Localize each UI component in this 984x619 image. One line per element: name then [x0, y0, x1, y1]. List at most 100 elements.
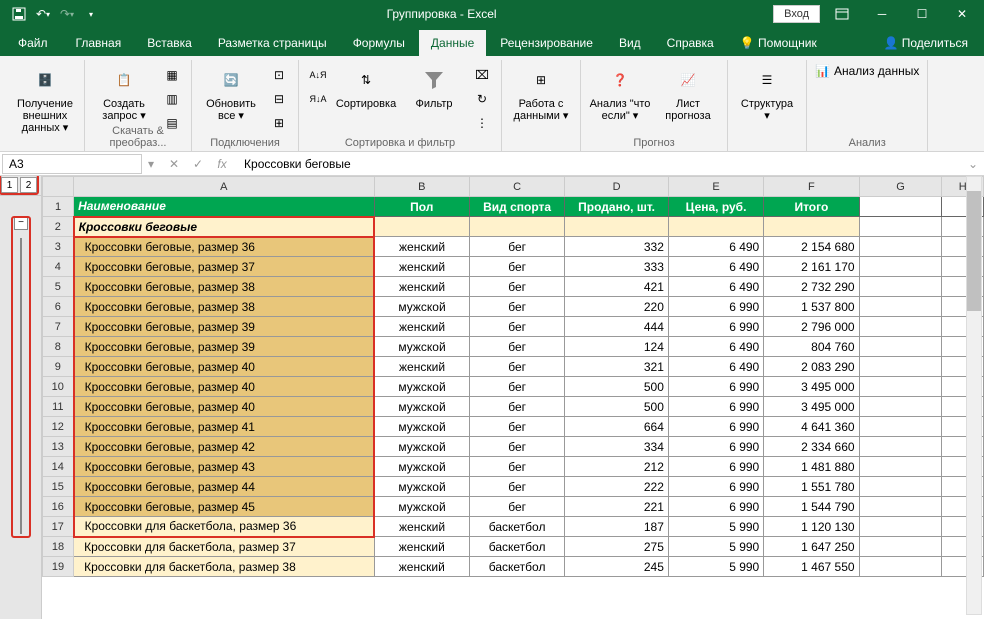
namebox-dropdown-icon[interactable]: ▾	[148, 157, 154, 171]
cell[interactable]	[859, 437, 942, 457]
tab-insert[interactable]: Вставка	[135, 30, 204, 56]
cell[interactable]: 1 544 790	[764, 497, 859, 517]
cell[interactable]	[859, 317, 942, 337]
row-header-12[interactable]: 12	[43, 417, 74, 437]
cell[interactable]	[565, 217, 669, 237]
cell[interactable]: женский	[374, 317, 469, 337]
vertical-scrollbar[interactable]	[966, 176, 982, 615]
col-header-F[interactable]: F	[764, 177, 859, 197]
formula-bar[interactable]	[238, 154, 962, 174]
cell[interactable]: 6 990	[668, 417, 763, 437]
cell[interactable]: 220	[565, 297, 669, 317]
row-header-15[interactable]: 15	[43, 477, 74, 497]
cell[interactable]: мужской	[374, 297, 469, 317]
cell[interactable]: бег	[469, 397, 564, 417]
row-header-3[interactable]: 3	[43, 237, 74, 257]
cell[interactable]	[859, 477, 942, 497]
cell[interactable]: баскетбол	[469, 537, 564, 557]
tab-tell[interactable]: 💡 Помощник	[728, 30, 829, 56]
row-header-17[interactable]: 17	[43, 517, 74, 537]
cell[interactable]: бег	[469, 277, 564, 297]
refresh-all-button[interactable]: 🔄Обновить все ▾	[200, 64, 262, 122]
cell[interactable]: бег	[469, 237, 564, 257]
cell[interactable]: 275	[565, 537, 669, 557]
row-header-6[interactable]: 6	[43, 297, 74, 317]
cell[interactable]: 444	[565, 317, 669, 337]
properties-icon[interactable]: ⊟	[268, 88, 290, 110]
cell[interactable]: Кроссовки для баскетбола, размер 37	[74, 537, 375, 557]
cell[interactable]: 187	[565, 517, 669, 537]
cell[interactable]: Кроссовки беговые, размер 39	[74, 337, 375, 357]
cell[interactable]: мужской	[374, 337, 469, 357]
cell[interactable]: Цена, руб.	[668, 197, 763, 217]
cell[interactable]: 804 760	[764, 337, 859, 357]
cell[interactable]: 664	[565, 417, 669, 437]
sort-za-icon[interactable]: Я↓А	[307, 88, 329, 110]
cell[interactable]: 321	[565, 357, 669, 377]
select-all-cell[interactable]	[43, 177, 74, 197]
save-icon[interactable]	[8, 3, 30, 25]
cell[interactable]	[859, 537, 942, 557]
cell[interactable]: бег	[469, 457, 564, 477]
cell[interactable]	[859, 197, 942, 217]
cell[interactable]: 245	[565, 557, 669, 577]
clear-filter-icon[interactable]: ⌧	[471, 64, 493, 86]
tab-review[interactable]: Рецензирование	[488, 30, 605, 56]
cell[interactable]: Кроссовки беговые, размер 44	[74, 477, 375, 497]
filter-button[interactable]: Фильтр	[403, 64, 465, 110]
cell[interactable]: мужской	[374, 497, 469, 517]
cell[interactable]	[859, 237, 942, 257]
cell[interactable]: Кроссовки беговые, размер 41	[74, 417, 375, 437]
cell[interactable]: 222	[565, 477, 669, 497]
cell[interactable]: 6 490	[668, 277, 763, 297]
cell[interactable]: 5 990	[668, 537, 763, 557]
cell[interactable]: Кроссовки беговые, размер 40	[74, 377, 375, 397]
col-header-D[interactable]: D	[565, 177, 669, 197]
edit-links-icon[interactable]: ⊞	[268, 112, 290, 134]
scrollbar-thumb[interactable]	[967, 191, 981, 311]
cell[interactable]: 212	[565, 457, 669, 477]
cell[interactable]: 6 990	[668, 317, 763, 337]
cell[interactable]: Вид спорта	[469, 197, 564, 217]
fx-icon[interactable]: fx	[212, 154, 232, 174]
col-header-A[interactable]: A	[74, 177, 375, 197]
cell[interactable]: 6 990	[668, 377, 763, 397]
cell[interactable]: бег	[469, 297, 564, 317]
cell[interactable]: 421	[565, 277, 669, 297]
cell[interactable]: бег	[469, 337, 564, 357]
tab-file[interactable]: Файл	[4, 30, 62, 56]
cell[interactable]: 1 481 880	[764, 457, 859, 477]
cell[interactable]: Продано, шт.	[565, 197, 669, 217]
cell[interactable]: 500	[565, 377, 669, 397]
cell[interactable]: 1 537 800	[764, 297, 859, 317]
cell[interactable]: женский	[374, 237, 469, 257]
cell[interactable]: бег	[469, 437, 564, 457]
row-header-19[interactable]: 19	[43, 557, 74, 577]
cell[interactable]: 3 495 000	[764, 377, 859, 397]
cell[interactable]: 6 990	[668, 437, 763, 457]
cell[interactable]: 2 334 660	[764, 437, 859, 457]
cell[interactable]	[859, 297, 942, 317]
row-header-11[interactable]: 11	[43, 397, 74, 417]
share-button[interactable]: 👤 Поделиться	[871, 30, 980, 56]
cell[interactable]: 3 495 000	[764, 397, 859, 417]
data-tools-button[interactable]: ⊞Работа с данными ▾	[510, 64, 572, 122]
cell[interactable]: Кроссовки беговые, размер 39	[74, 317, 375, 337]
forecast-button[interactable]: 📈Лист прогноза	[657, 64, 719, 122]
col-header-C[interactable]: C	[469, 177, 564, 197]
cell[interactable]: 500	[565, 397, 669, 417]
cell[interactable]: бег	[469, 257, 564, 277]
row-header-14[interactable]: 14	[43, 457, 74, 477]
show-queries-icon[interactable]: ▦	[161, 64, 183, 86]
new-query-button[interactable]: 📋Создать запрос ▾	[93, 64, 155, 122]
cell[interactable]: 6 490	[668, 237, 763, 257]
cell[interactable]	[859, 377, 942, 397]
sort-button[interactable]: ⇅Сортировка	[335, 64, 397, 110]
row-header-5[interactable]: 5	[43, 277, 74, 297]
cell[interactable]: Кроссовки беговые, размер 45	[74, 497, 375, 517]
cell[interactable]: 2 154 680	[764, 237, 859, 257]
cell[interactable]: Пол	[374, 197, 469, 217]
cell[interactable]: 6 990	[668, 297, 763, 317]
cell[interactable]: 1 467 550	[764, 557, 859, 577]
cell[interactable]: Кроссовки для баскетбола, размер 38	[74, 557, 375, 577]
